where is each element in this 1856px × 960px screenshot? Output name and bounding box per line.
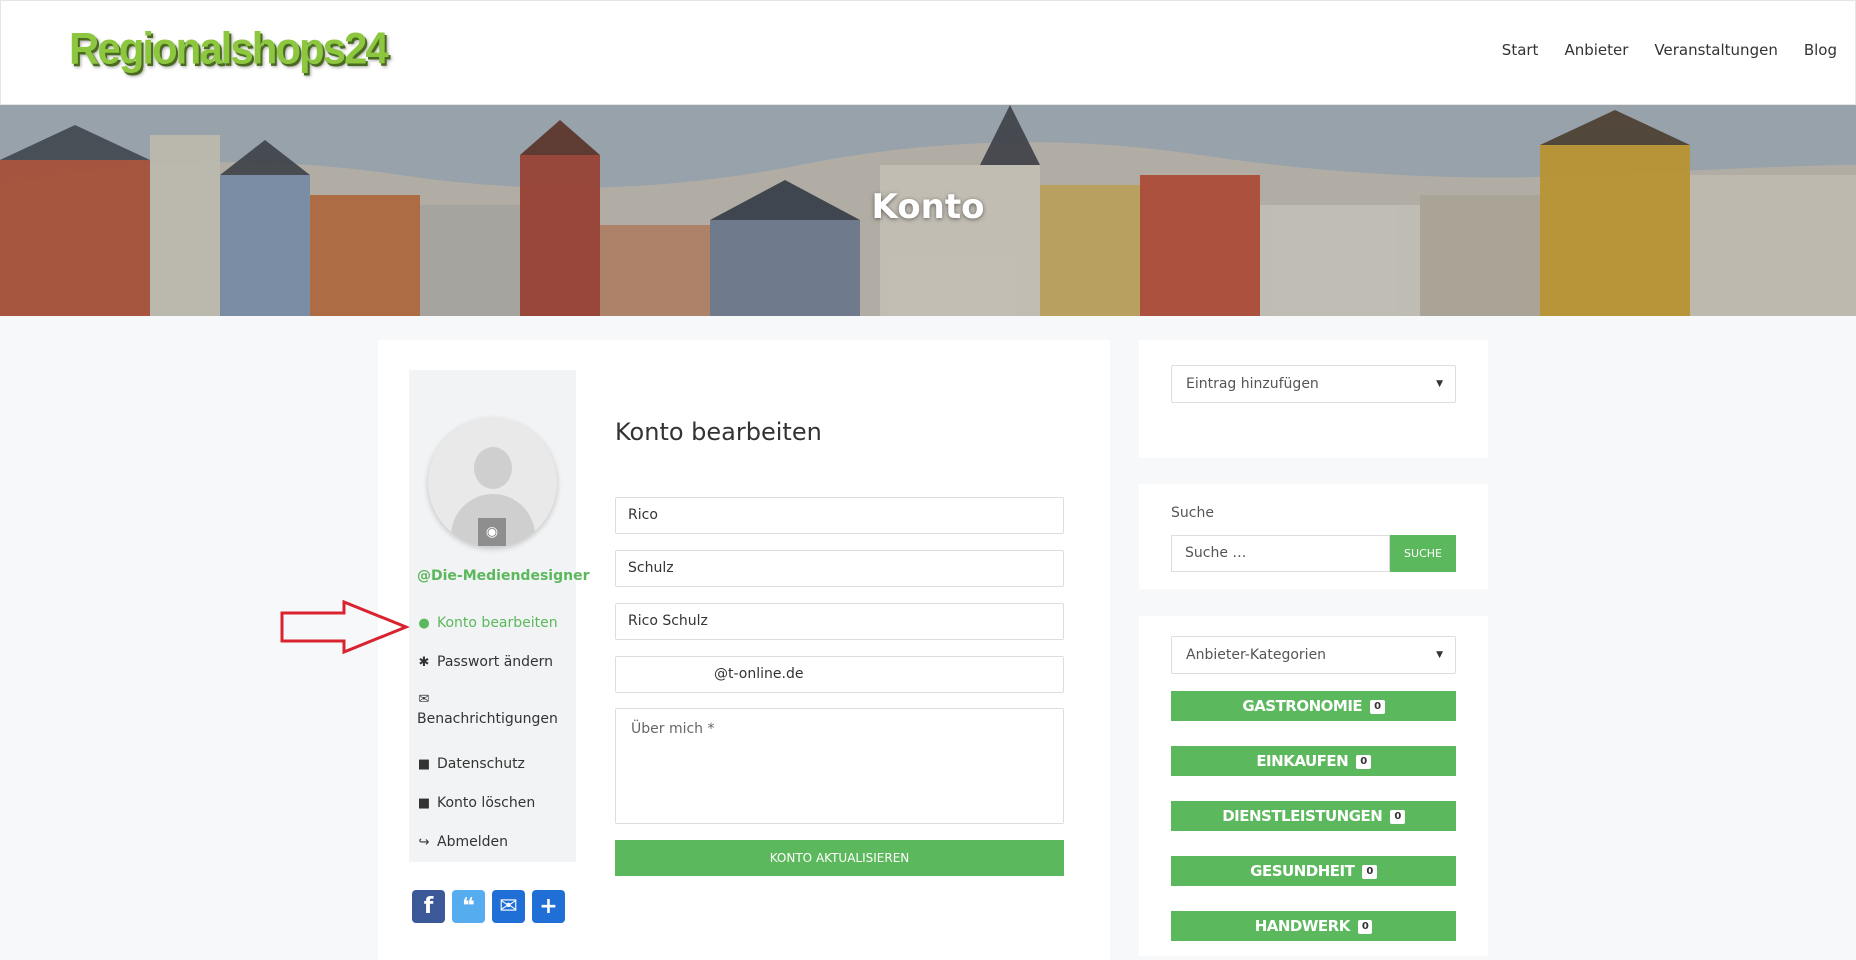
main-nav: Start Anbieter Veranstaltungen Blog	[1502, 41, 1837, 59]
add-entry-select-value: Eintrag hinzufügen	[1186, 376, 1319, 392]
menu-abmelden[interactable]: ↪ Abmelden	[417, 834, 508, 850]
twitter-icon[interactable]: ❝	[452, 890, 485, 923]
category-count: 0	[1390, 809, 1405, 824]
search-label: Suche	[1171, 505, 1214, 521]
page-title: Konto	[871, 187, 985, 227]
menu-konto-loeschen[interactable]: ■ Konto löschen	[417, 795, 535, 811]
menu-konto-bearbeiten[interactable]: ● Konto bearbeiten	[417, 615, 558, 631]
category-label: EINKAUFEN	[1256, 752, 1349, 770]
envelope-icon: ✉	[418, 692, 430, 707]
category-gesundheit[interactable]: GESUNDHEIT 0	[1171, 856, 1456, 886]
display-name-field[interactable]: Rico Schulz	[615, 603, 1064, 640]
category-einkaufen[interactable]: EINKAUFEN 0	[1171, 746, 1456, 776]
site-header: Regionalshops24 Start Anbieter Veranstal…	[0, 0, 1856, 105]
add-entry-select[interactable]: Eintrag hinzufügen ▼	[1171, 365, 1456, 403]
first-name-field[interactable]: Rico	[615, 497, 1064, 534]
hero-banner: Konto	[0, 105, 1856, 316]
sign-out-icon: ↪	[418, 834, 430, 850]
nav-blog[interactable]: Blog	[1804, 41, 1837, 59]
lock-icon: ■	[417, 756, 431, 772]
search-button[interactable]: SUCHE	[1390, 535, 1456, 572]
category-count: 0	[1362, 864, 1377, 879]
category-count: 0	[1356, 754, 1371, 769]
red-arrow-annotation	[280, 600, 410, 654]
chevron-down-icon: ▼	[1436, 650, 1443, 660]
menu-datenschutz[interactable]: ■ Datenschutz	[417, 756, 525, 772]
facebook-icon[interactable]: f	[412, 890, 445, 923]
category-dienstleistungen[interactable]: DIENSTLEISTUNGEN 0	[1171, 801, 1456, 831]
share-icon[interactable]: +	[532, 890, 565, 923]
chevron-down-icon: ▼	[1436, 379, 1443, 389]
about-field[interactable]: Über mich *	[615, 708, 1064, 824]
category-label: GASTRONOMIE	[1242, 697, 1363, 715]
category-count: 0	[1370, 699, 1385, 714]
site-logo[interactable]: Regionalshops24	[69, 24, 389, 74]
menu-label: Benachrichtigungen	[417, 711, 558, 727]
email-icon[interactable]: ✉	[492, 890, 525, 923]
asterisk-icon: ✱	[418, 654, 430, 670]
menu-benachrichtigungen[interactable]: ✉ Benachrichtigungen	[417, 692, 558, 727]
user-icon: ●	[418, 615, 430, 631]
profile-username[interactable]: @Die-Mediendesigner	[417, 568, 589, 584]
search-input[interactable]: Suche …	[1171, 535, 1390, 572]
category-count: 0	[1357, 919, 1373, 934]
menu-label: Konto bearbeiten	[437, 615, 558, 631]
avatar-head	[474, 447, 512, 489]
menu-label: Passwort ändern	[437, 654, 554, 670]
category-label: DIENSTLEISTUNGEN	[1222, 807, 1383, 825]
menu-passwort-aendern[interactable]: ✱ Passwort ändern	[417, 654, 553, 670]
form-title: Konto bearbeiten	[615, 418, 822, 446]
lock-icon: ■	[417, 795, 431, 811]
category-gastronomie[interactable]: GASTRONOMIE 0	[1171, 691, 1456, 721]
category-label: HANDWERK	[1254, 917, 1351, 935]
menu-label: Konto löschen	[437, 795, 536, 811]
menu-label: Abmelden	[437, 834, 508, 850]
last-name-field[interactable]: Schulz	[615, 550, 1064, 587]
email-field[interactable]: @t-online.de	[615, 656, 1064, 693]
nav-veranstaltungen[interactable]: Veranstaltungen	[1654, 41, 1777, 59]
update-account-button[interactable]: KONTO AKTUALISIEREN	[615, 840, 1064, 876]
categories-select[interactable]: Anbieter-Kategorien ▼	[1171, 636, 1456, 674]
menu-label: Datenschutz	[437, 756, 525, 772]
camera-icon[interactable]: ◉	[478, 518, 506, 546]
categories-select-value: Anbieter-Kategorien	[1186, 647, 1327, 663]
nav-anbieter[interactable]: Anbieter	[1564, 41, 1628, 59]
nav-start[interactable]: Start	[1502, 41, 1539, 59]
category-label: GESUNDHEIT	[1250, 862, 1355, 880]
